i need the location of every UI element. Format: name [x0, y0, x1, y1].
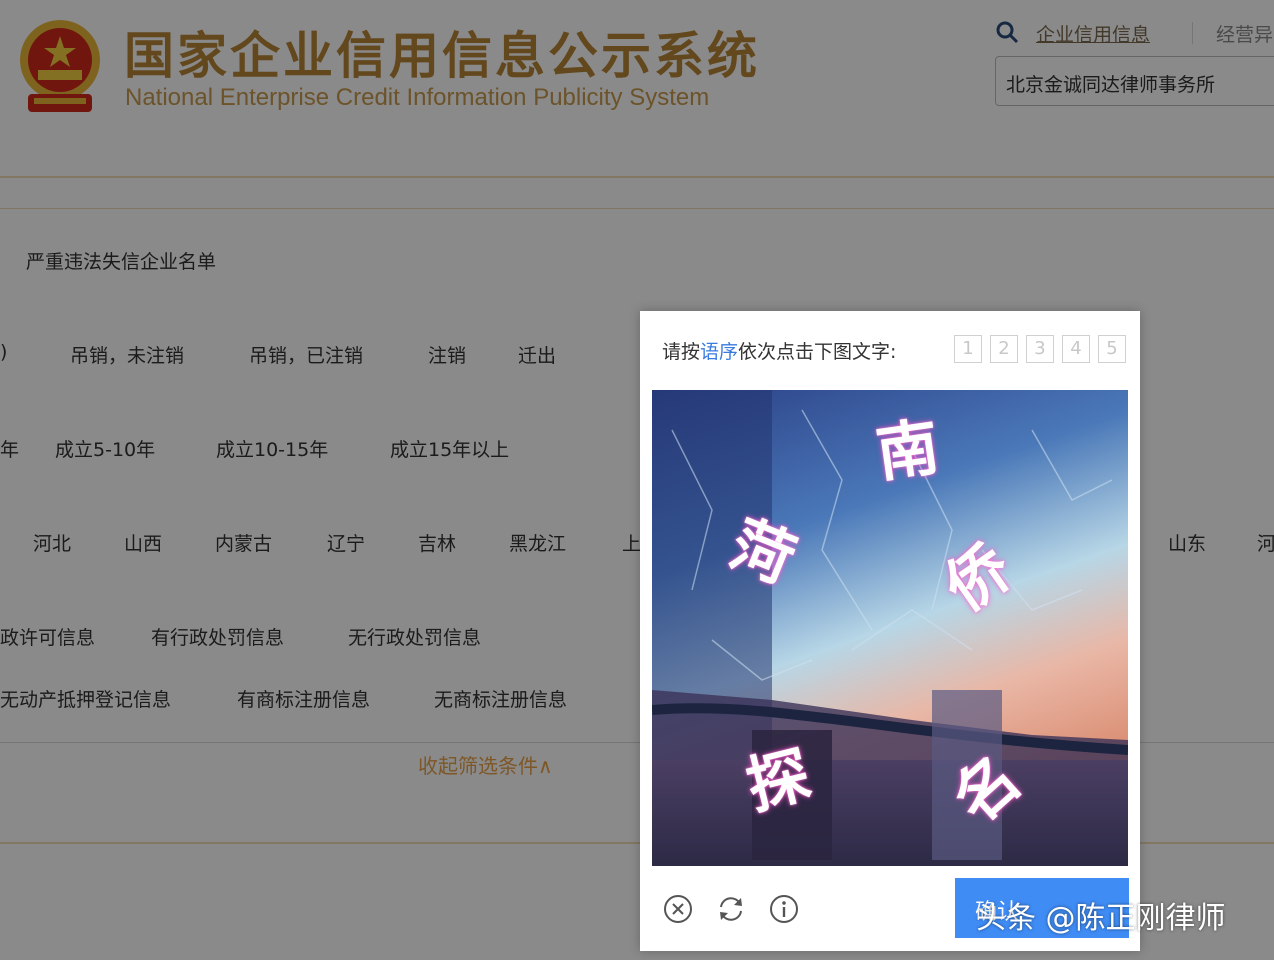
captcha-dialog: 请按语序依次点击下图文字: 1 2 3 4 5 南 侨 菏 探 名 确认 — [640, 311, 1140, 951]
refresh-icon[interactable] — [715, 893, 747, 925]
captcha-instruction: 请按语序依次点击下图文字: — [662, 341, 897, 363]
captcha-slot: 5 — [1098, 335, 1126, 363]
captcha-image[interactable]: 南 侨 菏 探 名 — [652, 390, 1128, 866]
close-circle-icon[interactable] — [662, 893, 694, 925]
captcha-slot: 4 — [1062, 335, 1090, 363]
info-icon[interactable] — [768, 893, 800, 925]
captcha-slot: 2 — [990, 335, 1018, 363]
captcha-character[interactable]: 南 — [870, 396, 944, 494]
watermark-text: 头条 @陈正刚律师 — [976, 901, 1226, 936]
captcha-slot: 3 — [1026, 335, 1054, 363]
captcha-slot: 1 — [954, 335, 982, 363]
